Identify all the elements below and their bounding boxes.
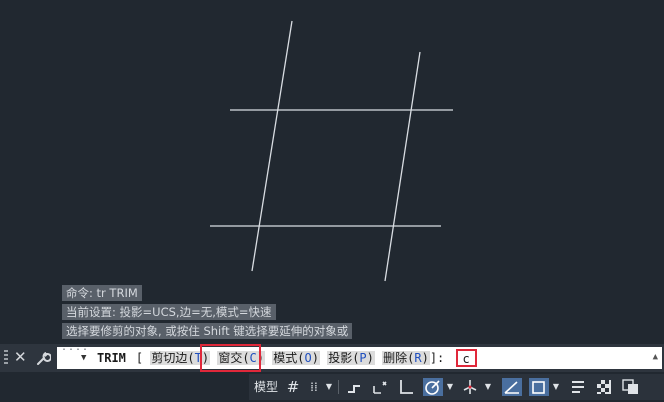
close-icon[interactable]: ✕ [14, 348, 27, 366]
drawing-line-1[interactable] [251, 20, 293, 272]
chevron-down-icon[interactable]: ▼ [324, 378, 334, 396]
history-line: 命令: tr TRIM [62, 285, 142, 301]
history-line: 当前设置: 投影=UCS,边=无,模式=快速 [62, 304, 276, 320]
object-snap-icon[interactable] [529, 378, 549, 396]
status-tray: 模型 # ⁞⁞ ▼ ▼ ▼ ▼ [249, 374, 664, 400]
command-prompt: TRIM[ 剪切边(T) 窗交(C) 模式(O) 投影(P) 删除(R)]: c [97, 349, 477, 367]
history-toggle-icon[interactable]: .... [61, 342, 89, 353]
crossing-highlight-box [200, 344, 261, 372]
snap-mode-icon[interactable]: ⁞⁞ [304, 378, 324, 396]
command-input-area[interactable]: .... ▼ TRIM[ 剪切边(T) 窗交(C) 模式(O) 投影(P) 删除… [57, 342, 662, 369]
scroll-up-icon[interactable]: ▲ [653, 352, 658, 362]
chevron-down-icon[interactable]: ▼ [551, 378, 561, 396]
command-history: 命令: tr TRIM 当前设置: 投影=UCS,边=无,模式=快速 选择要修剪… [62, 285, 353, 342]
lineweight-icon[interactable] [569, 378, 587, 396]
chevron-down-icon[interactable]: ▼ [483, 378, 493, 396]
option-mode[interactable]: 模式(O) [272, 351, 320, 365]
history-line: 选择要修剪的对象, 或按住 Shift 键选择要延伸的对象或 [62, 323, 353, 339]
recent-commands-dropdown-icon[interactable]: ▼ [81, 353, 86, 363]
option-projection[interactable]: 投影(P) [327, 351, 375, 365]
ortho-icon[interactable] [397, 378, 415, 396]
chevron-down-icon[interactable]: ▼ [445, 378, 455, 396]
option-open-bracket: [ [135, 351, 144, 365]
command-name: TRIM [97, 351, 126, 365]
model-space-button[interactable]: 模型 [252, 378, 280, 396]
dynamic-input-icon[interactable] [371, 378, 389, 396]
isometric-icon[interactable] [461, 378, 479, 396]
drawing-line-2[interactable] [384, 51, 421, 282]
infer-constraints-icon[interactable] [345, 378, 363, 396]
command-line-bar: ✕ .... ▼ TRIM[ 剪切边(T) 窗交(C) 模式(O) 投影(P) … [0, 342, 664, 372]
polar-tracking-icon[interactable] [423, 378, 443, 396]
transparency-icon[interactable] [595, 378, 613, 396]
option-erase[interactable]: 删除(R) [382, 351, 430, 365]
command-input[interactable]: c [455, 349, 477, 367]
selection-cycling-icon[interactable] [621, 378, 641, 396]
drag-handle[interactable] [4, 350, 8, 366]
option-close-bracket: ]: [429, 351, 445, 365]
status-bar: 模型 # ⁞⁞ ▼ ▼ ▼ ▼ [0, 372, 664, 402]
object-snap-tracking-icon[interactable] [502, 378, 522, 396]
grid-icon[interactable]: # [284, 378, 302, 396]
wrench-icon[interactable] [35, 350, 51, 366]
